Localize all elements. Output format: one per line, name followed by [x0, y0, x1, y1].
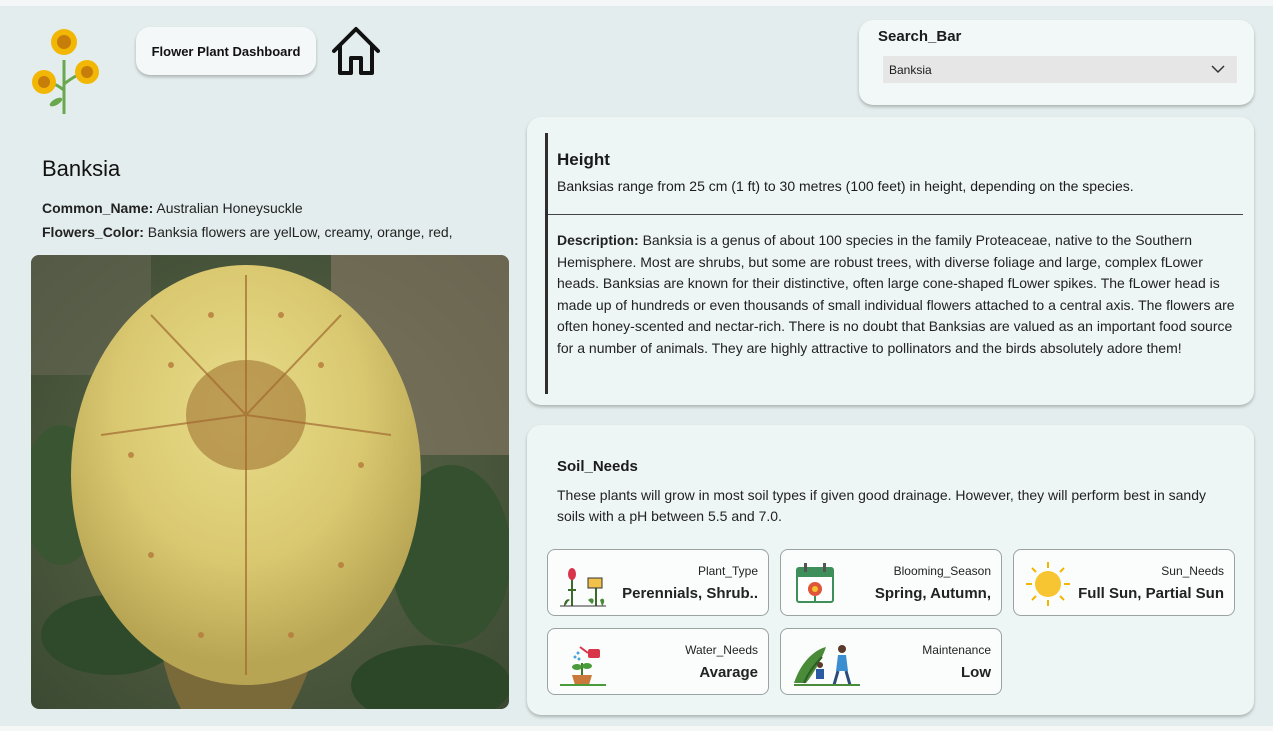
top-border: [0, 0, 1273, 6]
plant-type-tile: Plant_Type Perennials, Shrub..: [547, 549, 769, 616]
tile-value: Avarage: [699, 664, 758, 681]
tile-label: Maintenance: [922, 643, 991, 657]
plant-select-dropdown[interactable]: Banksia: [883, 56, 1237, 83]
height-title: Height: [557, 150, 610, 169]
tile-label: Water_Needs: [685, 643, 758, 657]
sun-icon: [1026, 562, 1070, 606]
dashboard-title: Flower Plant Dashboard: [151, 43, 301, 59]
tile-value: Perennials, Shrub..: [622, 585, 758, 602]
blooming-season-tile: Blooming_Season Spring, Autumn,: [780, 549, 1002, 616]
chevron-down-icon: [1211, 65, 1225, 74]
common-name-label: Common_Name:: [42, 200, 154, 216]
flowers-logo-icon: [32, 29, 99, 115]
tile-label: Plant_Type: [697, 564, 758, 578]
water-needs-tile: Water_Needs Avarage: [547, 628, 769, 695]
flowers-color-row: Flowers_Color: Banksia flowers are yelLo…: [42, 224, 453, 240]
soil-text: These plants will grow in most soil type…: [557, 487, 1206, 524]
description-text: Banksia is a genus of about 100 species …: [557, 232, 1235, 356]
plant-name: Banksia: [42, 156, 121, 181]
description-label: Description:: [557, 232, 639, 248]
soil-card: Soil_Needs These plants will grow in mos…: [527, 425, 1254, 715]
common-name-row: Common_Name: Australian Honeysuckle: [42, 200, 303, 216]
tile-value: Full Sun, Partial Sun: [1078, 585, 1224, 602]
home-icon[interactable]: [328, 24, 384, 78]
banksia-photo: [31, 255, 509, 709]
dashboard-title-card: Flower Plant Dashboard: [136, 27, 316, 75]
watering-can-icon: [560, 646, 606, 686]
gardeners-icon: [794, 645, 860, 686]
calendar-flower-icon: [796, 563, 834, 603]
common-name-value: Australian Honeysuckle: [156, 200, 303, 216]
height-text: Banksias range from 25 cm (1 ft) to 30 m…: [557, 178, 1134, 194]
selected-plant: Banksia: [889, 62, 932, 77]
soil-title: Soil_Needs: [557, 458, 638, 475]
flowers-color-label: Flowers_Color:: [42, 224, 144, 240]
sun-needs-tile: Sun_Needs Full Sun, Partial Sun: [1013, 549, 1235, 616]
tile-value: Spring, Autumn,: [874, 585, 991, 602]
tile-label: Sun_Needs: [1161, 564, 1224, 578]
plant-type-icon: [560, 568, 606, 607]
description-text-block: Description: Banksia is a genus of about…: [557, 230, 1237, 360]
flowers-color-value: Banksia flowers are yelLow, creamy, oran…: [147, 224, 453, 240]
tile-label: Blooming_Season: [893, 564, 991, 578]
accent-bar: [545, 133, 548, 394]
search-label: Search_Bar: [878, 28, 962, 45]
description-card: Height Banksias range from 25 cm (1 ft) …: [527, 117, 1254, 405]
search-card: Search_Bar Banksia: [859, 20, 1254, 105]
divider: [548, 214, 1243, 215]
bottom-border: [0, 726, 1273, 731]
maintenance-tile: Maintenance Low: [780, 628, 1002, 695]
tile-value: Low: [961, 664, 991, 681]
